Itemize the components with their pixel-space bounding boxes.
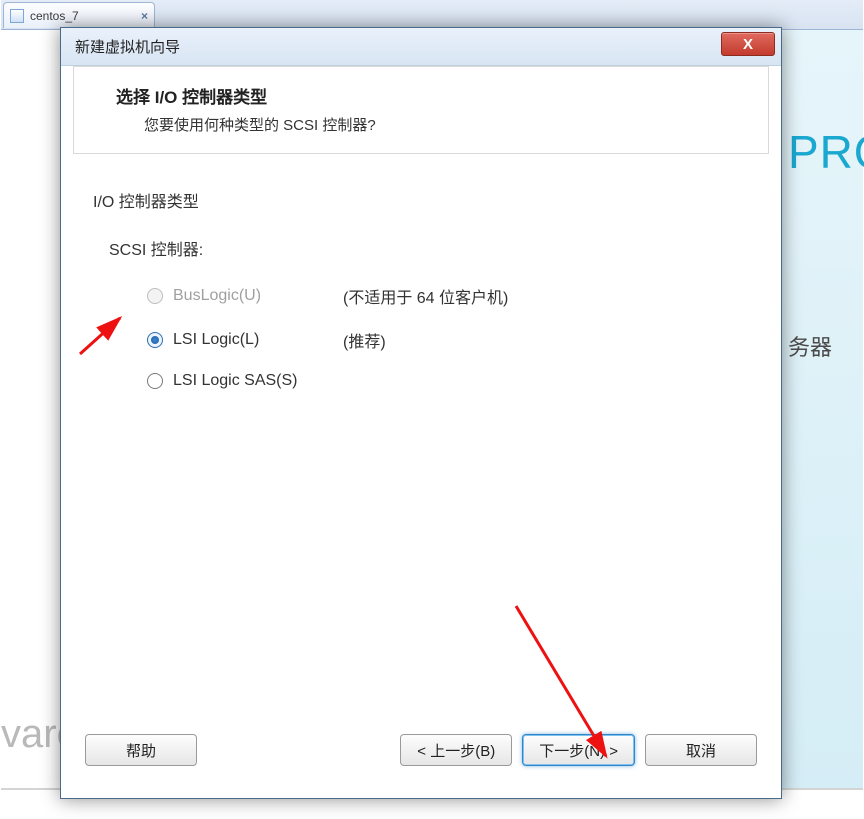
header-subtitle: 您要使用何种类型的 SCSI 控制器? bbox=[116, 114, 748, 135]
tab-centos7[interactable]: centos_7 × bbox=[3, 2, 155, 28]
dialog-body: 选择 I/O 控制器类型 您要使用何种类型的 SCSI 控制器? I/O 控制器… bbox=[73, 66, 769, 786]
radio-icon[interactable] bbox=[147, 373, 163, 389]
button-label: 帮助 bbox=[126, 740, 156, 761]
back-button[interactable]: < 上一步(B) bbox=[400, 734, 512, 766]
button-label: < 上一步(B) bbox=[417, 740, 495, 761]
cn-fragment: 务器 bbox=[788, 330, 832, 362]
radio-option-buslogic: BusLogic(U) (不适用于 64 位客户机) bbox=[93, 284, 749, 308]
next-button[interactable]: 下一步(N) > bbox=[522, 734, 635, 766]
right-pane: PRO 务器 bbox=[781, 30, 863, 790]
tab-label: centos_7 bbox=[30, 9, 79, 23]
help-button[interactable]: 帮助 bbox=[85, 734, 197, 766]
radio-option-lsilogicsas[interactable]: LSI Logic SAS(S) bbox=[93, 372, 749, 390]
content-area: I/O 控制器类型 SCSI 控制器: BusLogic(U) (不适用于 64… bbox=[73, 154, 769, 420]
brand-fragment: PRO bbox=[788, 125, 864, 179]
close-icon: X bbox=[743, 36, 753, 53]
radio-note: (推荐) bbox=[343, 328, 386, 352]
close-tab-icon[interactable]: × bbox=[141, 9, 148, 23]
button-label: 下一步(N) > bbox=[539, 740, 618, 761]
header-title: 选择 I/O 控制器类型 bbox=[116, 83, 748, 108]
vm-icon bbox=[10, 9, 24, 23]
close-button[interactable]: X bbox=[721, 32, 775, 56]
radio-label: BusLogic(U) bbox=[173, 287, 313, 305]
group-label: I/O 控制器类型 bbox=[93, 188, 749, 212]
radio-label: LSI Logic(L) bbox=[173, 331, 313, 349]
radio-option-lsilogic[interactable]: LSI Logic(L) (推荐) bbox=[93, 328, 749, 352]
radio-icon[interactable] bbox=[147, 332, 163, 348]
cancel-button[interactable]: 取消 bbox=[645, 734, 757, 766]
radio-label: LSI Logic SAS(S) bbox=[173, 372, 313, 390]
dialog-titlebar[interactable]: 新建虚拟机向导 X bbox=[61, 28, 781, 66]
wizard-dialog: 新建虚拟机向导 X 选择 I/O 控制器类型 您要使用何种类型的 SCSI 控制… bbox=[60, 27, 782, 799]
tab-strip: centos_7 × bbox=[1, 0, 863, 30]
scsi-label: SCSI 控制器: bbox=[93, 236, 749, 260]
button-label: 取消 bbox=[686, 740, 716, 761]
dialog-title: 新建虚拟机向导 bbox=[75, 36, 180, 57]
button-bar: 帮助 < 上一步(B) 下一步(N) > 取消 bbox=[85, 734, 757, 766]
header-panel: 选择 I/O 控制器类型 您要使用何种类型的 SCSI 控制器? bbox=[73, 66, 769, 154]
radio-icon bbox=[147, 288, 163, 304]
radio-note: (不适用于 64 位客户机) bbox=[343, 284, 508, 308]
